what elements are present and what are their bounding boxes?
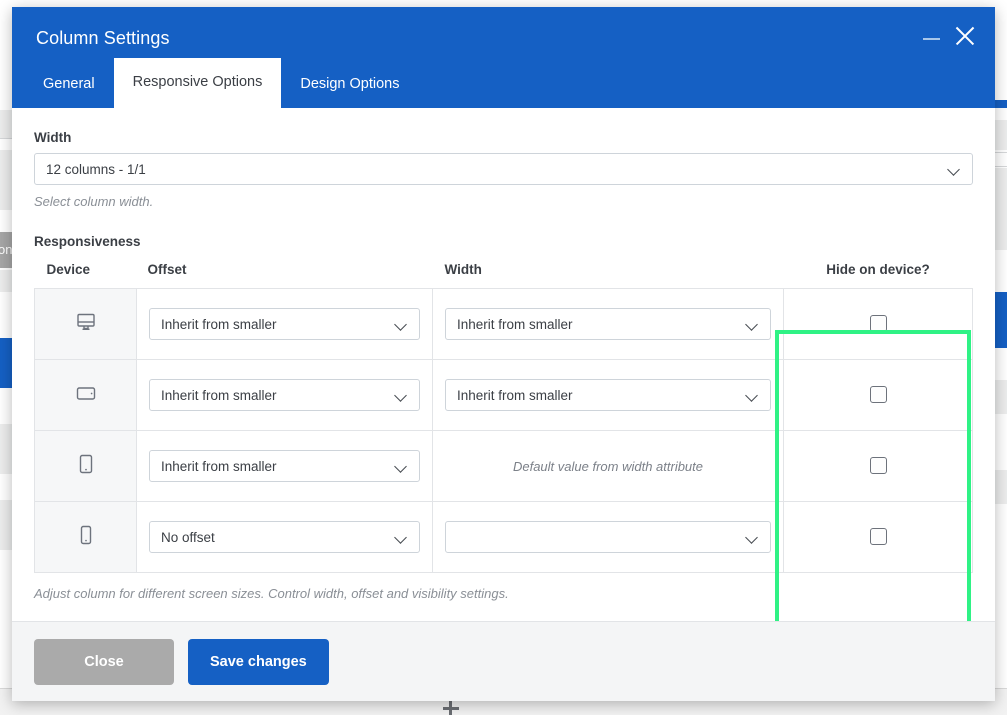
hide-cell-mobile bbox=[783, 501, 973, 573]
table-row: Inherit from smaller Inherit from smalle… bbox=[34, 359, 973, 431]
column-header-device: Device bbox=[46, 262, 91, 277]
modal-header: Column Settings General Responsive Optio… bbox=[12, 7, 995, 108]
bg-block-right-3 bbox=[995, 380, 1007, 414]
hide-on-device-checkbox-tablet-landscape[interactable] bbox=[869, 386, 887, 404]
width-select-desktop-value: Inherit from smaller bbox=[457, 316, 573, 332]
width-cell-mobile bbox=[432, 501, 784, 573]
bg-toolbar-label: on bbox=[0, 242, 13, 257]
column-header-offset: Offset bbox=[147, 262, 187, 277]
width-select-tablet-landscape[interactable]: Inherit from smaller bbox=[445, 379, 771, 411]
offset-select-mobile-value: No offset bbox=[161, 529, 215, 545]
bg-divider-right-2 bbox=[995, 166, 1007, 167]
offset-cell-desktop: Inherit from smaller bbox=[136, 288, 433, 360]
save-changes-button[interactable]: Save changes bbox=[188, 638, 329, 685]
column-settings-modal: Column Settings General Responsive Optio… bbox=[12, 7, 995, 701]
column-header-width: Width bbox=[444, 262, 482, 277]
hide-on-device-checkbox-mobile[interactable] bbox=[869, 528, 887, 546]
chevron-down-icon bbox=[395, 531, 408, 544]
minimize-icon[interactable] bbox=[922, 27, 941, 46]
width-select-mobile[interactable] bbox=[445, 521, 771, 553]
offset-select-tablet-landscape[interactable]: Inherit from smaller bbox=[149, 379, 420, 411]
close-button[interactable]: Close bbox=[34, 638, 174, 685]
bg-block-left-3 bbox=[0, 270, 12, 292]
hide-cell-desktop bbox=[783, 288, 973, 360]
mobile-icon bbox=[74, 523, 98, 552]
bg-divider-left-1 bbox=[0, 138, 12, 139]
column-header-hide-on-device: Hide on device? bbox=[826, 262, 930, 277]
bg-block-left-1 bbox=[0, 110, 12, 138]
offset-select-desktop[interactable]: Inherit from smaller bbox=[149, 308, 420, 340]
bg-block-left-4 bbox=[0, 424, 12, 474]
bg-block-right-1 bbox=[995, 120, 1007, 150]
device-cell-tablet-landscape bbox=[34, 359, 137, 431]
chevron-down-icon bbox=[746, 531, 759, 544]
offset-select-mobile[interactable]: No offset bbox=[149, 521, 420, 553]
offset-select-tablet-portrait-value: Inherit from smaller bbox=[161, 458, 277, 474]
offset-cell-mobile: No offset bbox=[136, 501, 433, 573]
modal-title: Column Settings bbox=[36, 28, 170, 48]
tablet-portrait-icon bbox=[74, 452, 98, 481]
table-row: Inherit from smaller Inherit from smalle… bbox=[34, 288, 973, 360]
window-controls bbox=[922, 25, 976, 47]
width-cell-tablet-portrait: Default value from width attribute bbox=[432, 430, 784, 502]
width-cell-tablet-landscape: Inherit from smaller bbox=[432, 359, 784, 431]
width-select-desktop[interactable]: Inherit from smaller bbox=[445, 308, 771, 340]
chevron-down-icon bbox=[948, 163, 961, 176]
device-cell-tablet-portrait bbox=[34, 430, 137, 502]
offset-select-tablet-portrait[interactable]: Inherit from smaller bbox=[149, 450, 420, 482]
bg-block-right-accent bbox=[995, 292, 1007, 348]
modal-footer: Close Save changes bbox=[12, 621, 995, 701]
responsiveness-section-label: Responsiveness bbox=[34, 234, 141, 249]
modal-body: Width 12 columns - 1/1 Select column wid… bbox=[12, 108, 995, 621]
chevron-down-icon bbox=[746, 318, 759, 331]
chevron-down-icon bbox=[395, 389, 408, 402]
offset-select-desktop-value: Inherit from smaller bbox=[161, 316, 277, 332]
width-help-text: Select column width. bbox=[34, 194, 154, 209]
desktop-icon bbox=[74, 310, 98, 339]
tab-general[interactable]: General bbox=[24, 62, 114, 108]
bg-block-left-toolbar: on bbox=[0, 232, 12, 268]
width-default-note-tablet-portrait: Default value from width attribute bbox=[512, 458, 704, 474]
hide-on-device-checkbox-tablet-portrait[interactable] bbox=[869, 457, 887, 475]
bg-divider-right-1 bbox=[995, 152, 1007, 153]
device-cell-mobile bbox=[34, 501, 137, 573]
responsiveness-table-body: Inherit from smaller Inherit from smalle… bbox=[34, 288, 973, 573]
width-select[interactable]: 12 columns - 1/1 bbox=[34, 153, 973, 185]
chevron-down-icon bbox=[395, 460, 408, 473]
responsiveness-footnote: Adjust column for different screen sizes… bbox=[34, 586, 509, 601]
table-row: No offset bbox=[34, 501, 973, 573]
responsiveness-table: Device Offset Width Hide on device? Inhe… bbox=[34, 262, 973, 573]
chevron-down-icon bbox=[395, 318, 408, 331]
tab-design-options[interactable]: Design Options bbox=[281, 62, 418, 108]
bg-block-right-top-accent bbox=[995, 100, 1007, 108]
bg-block-right-2 bbox=[995, 168, 1007, 250]
tablet-landscape-icon bbox=[74, 381, 98, 410]
width-field-label: Width bbox=[34, 130, 72, 145]
hide-cell-tablet-landscape bbox=[783, 359, 973, 431]
move-handle-icon[interactable] bbox=[443, 701, 459, 715]
offset-cell-tablet-portrait: Inherit from smaller bbox=[136, 430, 433, 502]
table-header-row: Device Offset Width Hide on device? bbox=[35, 262, 973, 289]
close-icon[interactable] bbox=[954, 25, 976, 47]
bg-block-right-4 bbox=[995, 470, 1007, 504]
width-select-value: 12 columns - 1/1 bbox=[46, 161, 146, 177]
hide-cell-tablet-portrait bbox=[783, 430, 973, 502]
bg-block-left-5 bbox=[0, 500, 12, 550]
bg-block-left-accent bbox=[0, 338, 12, 388]
bg-block-left-2 bbox=[0, 150, 12, 210]
device-cell-desktop bbox=[34, 288, 137, 360]
tab-responsive-options[interactable]: Responsive Options bbox=[113, 58, 282, 108]
width-cell-desktop: Inherit from smaller bbox=[432, 288, 784, 360]
width-select-tablet-landscape-value: Inherit from smaller bbox=[457, 387, 573, 403]
offset-select-tablet-landscape-value: Inherit from smaller bbox=[161, 387, 277, 403]
table-row: Inherit from smaller Default value from … bbox=[34, 430, 973, 502]
chevron-down-icon bbox=[746, 389, 759, 402]
responsiveness-table-head: Device Offset Width Hide on device? bbox=[35, 262, 973, 289]
hide-on-device-checkbox-desktop[interactable] bbox=[869, 315, 887, 333]
modal-tabs: General Responsive Options Design Option… bbox=[24, 58, 419, 108]
offset-cell-tablet-landscape: Inherit from smaller bbox=[136, 359, 433, 431]
